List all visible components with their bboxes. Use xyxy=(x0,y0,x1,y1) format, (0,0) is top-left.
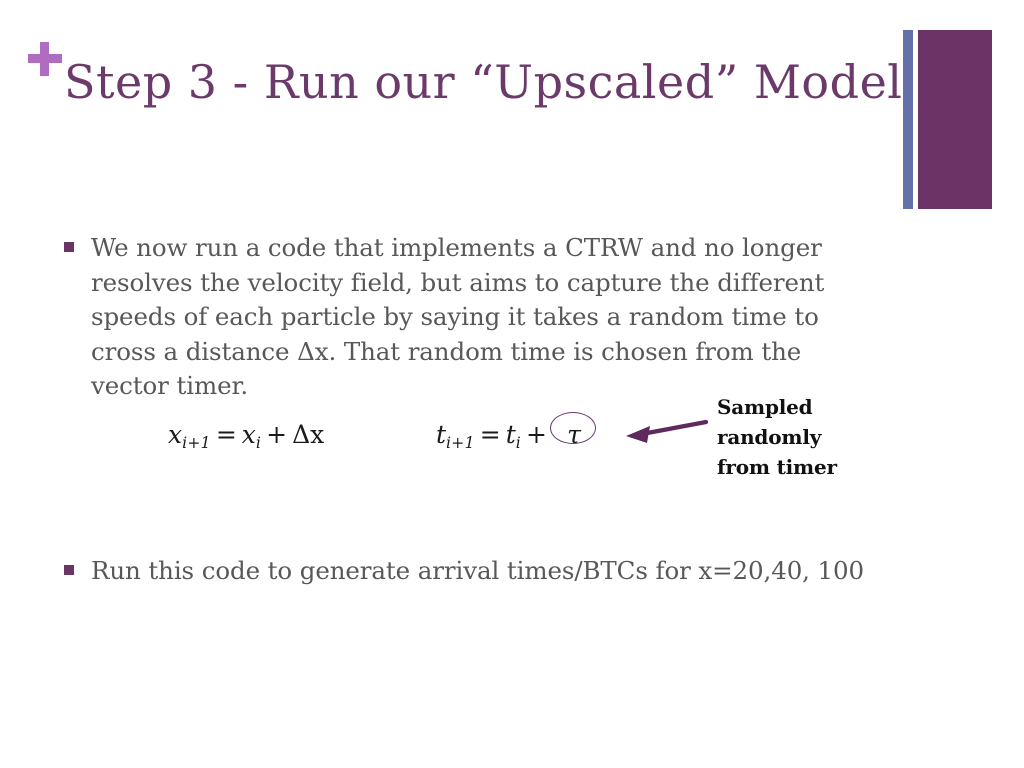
bullet-item-2-text: Run this code to generate arrival times/… xyxy=(91,556,865,585)
equation-time: ti+1 = ti + τ xyxy=(436,412,596,452)
slide-title: Step 3 - Run our “Upscaled” Model xyxy=(64,55,903,109)
equation-time-rhs: ti xyxy=(505,420,522,452)
equation-time-plus: + xyxy=(526,420,547,449)
equation-time-equals: = xyxy=(479,420,501,449)
annotation-line-2: randomly xyxy=(717,425,822,449)
equation-position-equals: = xyxy=(215,420,237,449)
decorative-purple-block xyxy=(918,30,992,209)
equation-position-lhs: xi+1 xyxy=(168,420,211,452)
annotation-text: Sampled randomly from timer xyxy=(717,392,907,482)
plus-icon-vertical-bar xyxy=(40,42,49,76)
bullet-item-2: Run this code to generate arrival times/… xyxy=(64,554,944,589)
equation-time-term: τ xyxy=(567,420,581,449)
plus-icon xyxy=(26,40,64,78)
equation-position-term: Δx xyxy=(292,420,325,449)
equation-time-lhs: ti+1 xyxy=(436,420,475,452)
equation-position-rhs: xi xyxy=(241,420,262,452)
tau-highlight: τ xyxy=(549,412,596,449)
bullet-square-icon xyxy=(64,565,74,575)
annotation-line-3: from timer xyxy=(717,455,837,479)
annotation-arrow-icon xyxy=(616,398,710,450)
decorative-bars xyxy=(900,30,1000,209)
bullet-item-1: We now run a code that implements a CTRW… xyxy=(64,231,874,404)
equation-position: xi+1 = xi + Δx xyxy=(168,420,324,452)
annotation-line-1: Sampled xyxy=(717,395,813,419)
decorative-thin-bar xyxy=(903,30,913,209)
equation-position-plus: + xyxy=(266,420,288,449)
bullet-item-1-text: We now run a code that implements a CTRW… xyxy=(91,233,825,401)
slide-canvas: Step 3 - Run our “Upscaled” Model We now… xyxy=(0,0,1024,768)
bullet-square-icon xyxy=(64,242,74,252)
